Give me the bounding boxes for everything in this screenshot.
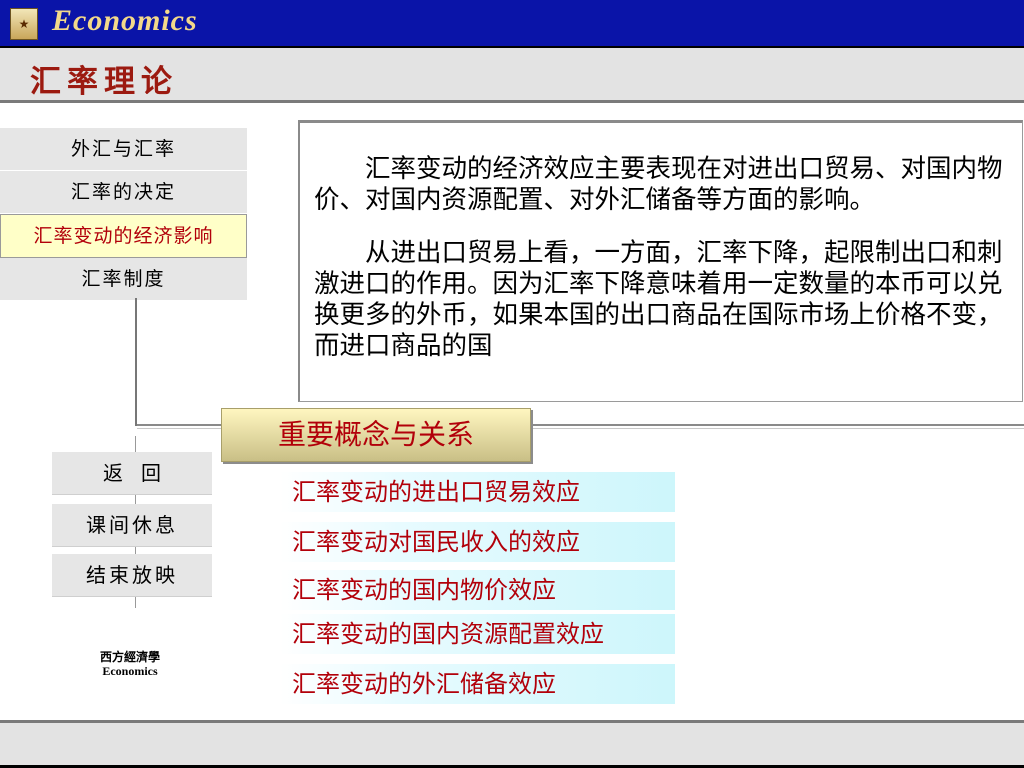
brand-title: Economics <box>52 4 198 37</box>
concept-link-trade[interactable]: 汇率变动的进出口贸易效应 <box>280 472 675 512</box>
concept-link-resource[interactable]: 汇率变动的国内资源配置效应 <box>280 614 675 654</box>
economics-logo: 西方經濟學 Economics <box>90 650 170 678</box>
concepts-header: 重要概念与关系 <box>221 408 531 462</box>
sidebar-nav: 外汇与汇率 汇率的决定 汇率变动的经济影响 汇率制度 <box>0 128 247 301</box>
back-button[interactable]: 返回 <box>52 452 212 495</box>
footer-bar <box>0 720 1024 768</box>
book-icon: ★ <box>10 8 38 40</box>
concept-link-income[interactable]: 汇率变动对国民收入的效应 <box>280 522 675 562</box>
logo-text-cn: 西方經濟學 <box>99 650 160 664</box>
header-bar: ★ Economics <box>0 0 1024 48</box>
page-title: 汇率理论 <box>30 64 178 100</box>
nav-item-rate-determination[interactable]: 汇率的决定 <box>0 171 247 214</box>
end-show-button[interactable]: 结束放映 <box>52 554 212 597</box>
logo-text-en: Economics <box>102 664 158 678</box>
title-bar: 汇率理论 <box>0 48 1024 103</box>
concept-link-reserves[interactable]: 汇率变动的外汇储备效应 <box>280 664 675 704</box>
paragraph: 从进出口贸易上看，一方面，汇率下降，起限制出口和刺激进口的作用。因为汇率下降意味… <box>314 238 1003 361</box>
paragraph: 汇率变动的经济效应主要表现在对进出口贸易、对国内物价、对国内资源配置、对外汇储备… <box>314 154 1003 215</box>
break-button[interactable]: 课间休息 <box>52 504 212 547</box>
nav-item-economic-impact[interactable]: 汇率变动的经济影响 <box>0 214 247 258</box>
content-text-panel[interactable]: 汇率变动的经济效应主要表现在对进出口贸易、对国内物价、对国内资源配置、对外汇储备… <box>298 120 1023 402</box>
nav-item-rate-system[interactable]: 汇率制度 <box>0 258 247 301</box>
nav-item-forex-and-rate[interactable]: 外汇与汇率 <box>0 128 247 171</box>
divider-vertical <box>135 298 137 426</box>
concept-link-price[interactable]: 汇率变动的国内物价效应 <box>280 570 675 610</box>
